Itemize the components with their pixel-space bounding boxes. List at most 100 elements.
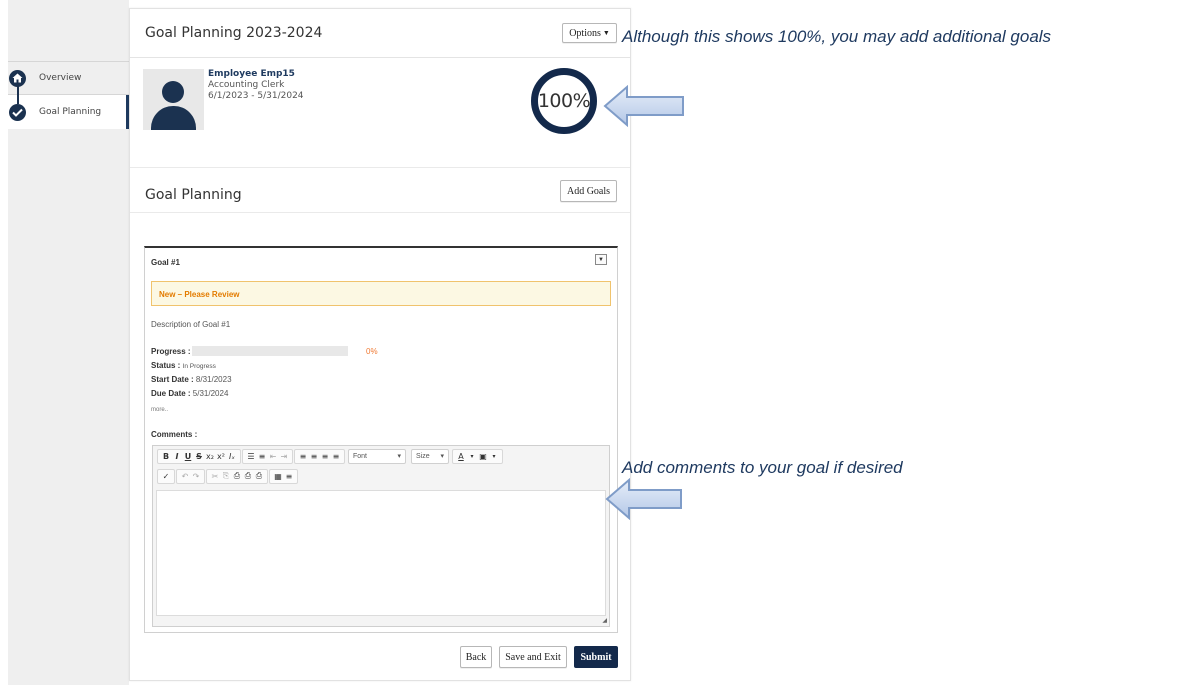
progress-bar (192, 346, 348, 356)
progress-field: Progress : (151, 347, 191, 356)
avatar-head (162, 81, 184, 103)
more-link[interactable]: more.. (151, 407, 168, 413)
editor-toolbar-row-2: ✓ ↶ ↷ ✂ ⎘ ⎙ ⎙ ⎙ ▦ ≡ (157, 468, 298, 484)
employee-job-title: Accounting Clerk (208, 80, 285, 90)
employee-period: 6/1/2023 - 5/31/2024 (208, 91, 304, 101)
status-value: In Progress (182, 363, 216, 370)
bold-button[interactable]: B (162, 452, 170, 461)
font-select[interactable]: Font ▾ (348, 448, 406, 464)
check-icon (9, 103, 26, 121)
sidebar-item-label: Goal Planning (39, 107, 102, 117)
add-goals-button[interactable]: Add Goals (560, 180, 617, 202)
resize-handle-icon[interactable]: ◢ (602, 617, 607, 624)
horizontal-rule-icon[interactable]: ≡ (285, 472, 293, 481)
superscript-button[interactable]: x² (217, 452, 225, 461)
size-select-label: Size (416, 452, 430, 460)
section-title: Goal Planning (145, 187, 242, 203)
insert-group: ▦ ≡ (269, 468, 298, 484)
align-center-icon[interactable]: ≡ (310, 452, 318, 461)
redo-icon[interactable]: ↷ (192, 472, 200, 481)
color-group: A ▾ ▣ ▾ (452, 448, 503, 464)
size-select[interactable]: Size ▾ (411, 448, 449, 464)
submit-button[interactable]: Submit (574, 646, 618, 668)
text-color-icon[interactable]: A (457, 452, 465, 461)
avatar (143, 69, 204, 130)
align-group: ≡ ≡ ≡ ≡ (294, 448, 345, 464)
page-title: Goal Planning 2023-2024 (145, 25, 323, 41)
format-group: B I U S x₂ x² Iₓ (157, 448, 241, 464)
annotation-bottom: Add comments to your goal if desired (622, 458, 903, 477)
annotation-arrow-bottom-icon (605, 478, 682, 520)
sidebar-item-overview[interactable]: Overview (8, 61, 129, 95)
spellcheck-icon[interactable]: ✓ (162, 472, 170, 481)
subscript-button[interactable]: x₂ (206, 452, 214, 461)
caret-down-icon[interactable]: ▾ (468, 453, 476, 460)
align-justify-icon[interactable]: ≡ (332, 452, 340, 461)
strike-button[interactable]: S (195, 452, 203, 461)
goal-panel: Goal #1 ▼ New – Please Review Descriptio… (144, 246, 618, 633)
spellcheck-group: ✓ (157, 468, 175, 484)
bulleted-list-icon[interactable]: ≡ (258, 452, 266, 461)
avatar-body (151, 106, 196, 130)
undo-icon[interactable]: ↶ (181, 472, 189, 481)
cut-icon[interactable]: ✂ (211, 472, 219, 481)
step-connector (17, 85, 19, 104)
paste-text-icon[interactable]: ⎙ (244, 471, 252, 481)
goal-description: Description of Goal #1 (151, 320, 231, 329)
comments-label: Comments : (151, 430, 198, 439)
paste-icon[interactable]: ⎙ (233, 471, 241, 481)
align-left-icon[interactable]: ≡ (299, 452, 307, 461)
status-label: Status : (151, 361, 181, 370)
caret-down-icon: ▾ (440, 453, 444, 460)
goal-title: Goal #1 (151, 258, 180, 267)
home-icon (9, 69, 26, 87)
goal-section-header: Goal Planning Add Goals (130, 167, 630, 213)
editor-toolbar-row-1: B I U S x₂ x² Iₓ ☰ ≡ ⇤ ⇥ ≡ ≡ ≡ ≡ Font ▾ … (157, 448, 503, 464)
card-header: Goal Planning 2023-2024 Options ▼ (130, 9, 630, 58)
comments-textarea[interactable] (156, 490, 606, 616)
annotation-arrow-top-icon (603, 85, 684, 127)
annotation-top: Although this shows 100%, you may add ad… (622, 27, 1052, 46)
caret-down-icon: ▼ (602, 29, 610, 37)
save-and-exit-button[interactable]: Save and Exit (499, 646, 567, 668)
background-color-icon[interactable]: ▣ (479, 452, 487, 461)
sidebar-item-label: Overview (39, 73, 82, 83)
due-date-label: Due Date : (151, 389, 191, 398)
underline-button[interactable]: U (184, 452, 192, 461)
table-icon[interactable]: ▦ (274, 472, 282, 481)
paste-word-icon[interactable]: ⎙ (255, 471, 263, 481)
copy-icon[interactable]: ⎘ (222, 471, 230, 481)
sidebar-item-goal-planning[interactable]: Goal Planning (8, 95, 129, 129)
completion-ring: 100% (531, 68, 597, 134)
step-nav: Overview Goal Planning (8, 61, 129, 129)
font-select-label: Font (353, 452, 368, 460)
employee-summary: Employee Emp15 Accounting Clerk 6/1/2023… (130, 58, 630, 167)
start-date-label: Start Date : (151, 375, 194, 384)
numbered-list-icon[interactable]: ☰ (247, 452, 255, 461)
align-right-icon[interactable]: ≡ (321, 452, 329, 461)
indent-icon[interactable]: ⇥ (280, 452, 288, 461)
comments-editor: B I U S x₂ x² Iₓ ☰ ≡ ⇤ ⇥ ≡ ≡ ≡ ≡ Font ▾ … (152, 445, 610, 627)
start-date-field: Start Date : 8/31/2023 (151, 375, 232, 384)
status-field: Status : In Progress (151, 361, 216, 370)
list-group: ☰ ≡ ⇤ ⇥ (242, 448, 293, 464)
banner-text: New – Please Review (159, 290, 240, 299)
outdent-icon[interactable]: ⇤ (269, 452, 277, 461)
clipboard-group: ✂ ⎘ ⎙ ⎙ ⎙ (206, 468, 268, 484)
employee-name[interactable]: Employee Emp15 (208, 69, 295, 79)
status-banner: New – Please Review (151, 281, 611, 306)
due-date-value: 5/31/2024 (192, 389, 229, 398)
back-button[interactable]: Back (460, 646, 492, 668)
goal-planning-card: Goal Planning 2023-2024 Options ▼ Employ… (129, 8, 631, 681)
remove-format-button[interactable]: Iₓ (228, 452, 236, 461)
caret-down-icon: ▾ (397, 453, 401, 460)
caret-down-icon[interactable]: ▾ (490, 453, 498, 460)
progress-label: Progress : (151, 347, 191, 356)
due-date-field: Due Date : 5/31/2024 (151, 389, 228, 398)
progress-percent: 0% (366, 347, 378, 356)
completion-value: 100% (537, 90, 591, 112)
options-label: Options (569, 27, 601, 39)
collapse-toggle-icon[interactable]: ▼ (595, 254, 607, 265)
options-button[interactable]: Options ▼ (562, 23, 617, 43)
italic-button[interactable]: I (173, 452, 181, 461)
